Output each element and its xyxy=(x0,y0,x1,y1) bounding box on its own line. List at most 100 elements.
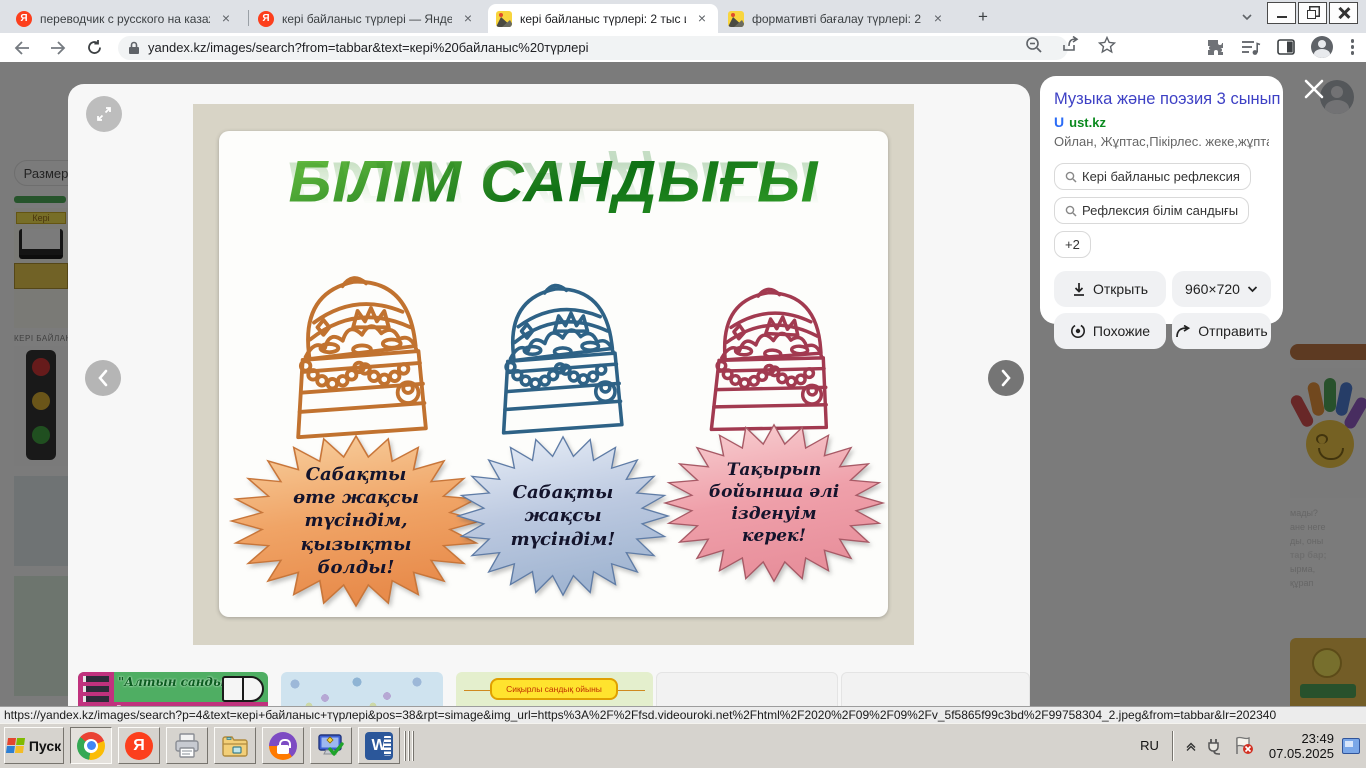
browser-status-bar: https://yandex.kz/images/search?p=4&text… xyxy=(0,706,1366,723)
treasure-chest-orange xyxy=(275,262,455,455)
taskbar-yandex-button[interactable]: Я xyxy=(118,727,160,764)
taskbar-chrome-button[interactable] xyxy=(70,727,112,764)
tab-search-chevron-icon[interactable] xyxy=(1240,10,1254,24)
related-thumbnail[interactable] xyxy=(656,672,838,706)
image-info-card: Музыка және поэзия 3 сынып U ust.kz Ойла… xyxy=(1040,76,1283,324)
images-favicon-icon xyxy=(496,11,512,27)
yandex-favicon-icon: Я xyxy=(16,11,32,27)
taskbar-divider xyxy=(404,731,414,761)
yandex-browser-icon: Я xyxy=(125,732,153,760)
taskbar-printer-button[interactable] xyxy=(166,727,208,764)
related-thumbnail[interactable] xyxy=(841,672,1030,706)
more-queries-chip[interactable]: +2 xyxy=(1054,231,1091,258)
show-hidden-icons-chevron[interactable] xyxy=(1185,740,1197,752)
word-icon: W xyxy=(365,732,393,760)
taskbar-word-button[interactable]: W xyxy=(358,727,400,764)
related-thumbnail-pattern[interactable] xyxy=(281,672,443,706)
printer-icon xyxy=(173,733,201,759)
tab-title: кері байланыс түрлері — Яндекс: н xyxy=(282,12,452,26)
windows-logo-icon xyxy=(6,738,25,753)
send-image-button[interactable]: Отправить xyxy=(1172,313,1271,349)
image-description: Ойлан, Жұптас,Пікірлес. жеке,жұпта,топта… xyxy=(1054,134,1269,149)
feedback-burst-orange: Сабақты өте жақсы түсіндім, қызықты болд… xyxy=(228,433,484,609)
tab-close-icon[interactable]: × xyxy=(694,11,710,27)
tab-yandex-search[interactable]: Я кері байланыс түрлері — Яндекс: н × xyxy=(250,4,486,33)
similar-search-icon xyxy=(1070,323,1086,339)
tab-title: кері байланыс түрлері: 2 тыс изоб xyxy=(520,12,686,26)
tab-title: переводчик с русского на казахск xyxy=(40,12,210,26)
new-tab-button[interactable]: + xyxy=(972,7,994,29)
fullscreen-expand-icon[interactable] xyxy=(86,96,122,132)
download-icon xyxy=(1072,282,1086,297)
forward-icon[interactable] xyxy=(44,36,72,60)
minimize-button[interactable] xyxy=(1267,2,1296,24)
main-image[interactable]: БІЛІМ САНДЫҒЫ БІЛІМ САНДЫҒЫ xyxy=(193,104,914,645)
bookmark-star-icon[interactable] xyxy=(1098,36,1116,54)
restore-button[interactable] xyxy=(1298,2,1327,24)
chrome-icon xyxy=(77,732,105,760)
taskbar-clock[interactable]: 23:49 07.05.2025 xyxy=(1269,731,1334,761)
avast-browser-icon xyxy=(269,732,297,760)
action-center-flag-icon[interactable] xyxy=(1233,736,1255,756)
related-thumbnail-game[interactable]: Сиқырлы сандық ойыны xyxy=(456,672,653,706)
show-desktop-button[interactable] xyxy=(1342,738,1360,754)
extensions-puzzle-icon[interactable] xyxy=(1206,38,1225,57)
feedback-burst-pink: Тақырып бойынша әлі ізденуім керек! xyxy=(662,422,886,584)
browser-toolbar: yandex.kz/images/search?from=tabbar&text… xyxy=(0,33,1366,62)
back-icon[interactable] xyxy=(8,36,36,60)
side-panel-icon[interactable] xyxy=(1277,39,1295,55)
browser-tab-bar: Я переводчик с русского на казахск × Я к… xyxy=(0,0,1366,33)
related-query-chip[interactable]: Рефлексия білім сандығы xyxy=(1054,197,1249,224)
taskbar-security-button[interactable] xyxy=(310,727,352,764)
related-query-chip[interactable]: Кері байланыс рефлексия xyxy=(1054,163,1251,190)
burst-text: Сабақты жақсы түсіндім! xyxy=(455,434,671,598)
share-icon[interactable] xyxy=(1061,36,1080,54)
url-text: yandex.kz/images/search?from=tabbar&text… xyxy=(148,40,588,55)
similar-images-button[interactable]: Похожие xyxy=(1054,313,1166,349)
tab-close-icon[interactable]: × xyxy=(930,11,946,27)
profile-avatar[interactable] xyxy=(1311,36,1333,58)
tab-images-2[interactable]: формативті бағалау түрлері: 2 ты × xyxy=(720,4,958,33)
yandex-favicon-icon: Я xyxy=(258,11,274,27)
close-window-button[interactable] xyxy=(1329,2,1358,24)
reload-icon[interactable] xyxy=(80,36,108,60)
tab-images-active[interactable]: кері байланыс түрлері: 2 тыс изоб × xyxy=(488,4,718,33)
close-viewer-icon[interactable] xyxy=(1303,78,1325,100)
open-image-button[interactable]: Открыть xyxy=(1054,271,1166,307)
page-content: Размер Кері КЕРІ БАЙЛАНЫ мады? ан xyxy=(0,62,1366,706)
lock-icon xyxy=(128,41,140,55)
site-link[interactable]: ust.kz xyxy=(1069,115,1106,130)
playlist-music-icon[interactable] xyxy=(1241,39,1261,56)
language-indicator[interactable]: RU xyxy=(1134,738,1165,753)
tab-close-icon[interactable]: × xyxy=(460,11,476,27)
power-plug-icon[interactable] xyxy=(1205,736,1225,756)
taskbar-folder-button[interactable] xyxy=(214,727,256,764)
search-icon xyxy=(1065,171,1077,183)
tab-close-icon[interactable]: × xyxy=(218,11,234,27)
image-size-dropdown[interactable]: 960×720 xyxy=(1172,271,1271,307)
burst-text: Сабақты өте жақсы түсіндім, қызықты болд… xyxy=(228,433,484,609)
treasure-chest-blue xyxy=(483,270,648,450)
site-favicon-icon: U xyxy=(1054,114,1064,130)
image-page-title-link[interactable]: Музыка және поэзия 3 сынып xyxy=(1054,90,1269,109)
next-image-button[interactable] xyxy=(988,360,1024,396)
clock-time: 23:49 xyxy=(1269,731,1334,746)
open-book-graphic xyxy=(222,676,264,702)
address-bar[interactable]: yandex.kz/images/search?from=tabbar&text… xyxy=(118,36,1068,60)
window-controls xyxy=(1267,2,1358,24)
browser-menu-icon[interactable] xyxy=(1349,37,1357,57)
system-tray: RU 23:49 07.05.2025 xyxy=(1134,727,1362,764)
start-button[interactable]: Пуск xyxy=(4,727,64,764)
folder-icon xyxy=(221,734,249,758)
zoom-out-icon[interactable] xyxy=(1025,36,1043,54)
tab-translator[interactable]: Я переводчик с русского на казахск × xyxy=(8,4,246,33)
chevron-down-icon xyxy=(1247,285,1258,293)
taskbar-avast-button[interactable] xyxy=(262,727,304,764)
search-icon xyxy=(1065,205,1077,217)
previous-image-button[interactable] xyxy=(85,360,121,396)
screen: Я переводчик с русского на казахск × Я к… xyxy=(0,0,1366,768)
related-thumbnail-altyn-sandyk[interactable]: "Алтын сандық" Сандарды өз сандықтарына … xyxy=(78,672,268,706)
image-card: БІЛІМ САНДЫҒЫ БІЛІМ САНДЫҒЫ xyxy=(219,131,888,617)
clock-date: 07.05.2025 xyxy=(1269,746,1334,761)
send-arrow-icon xyxy=(1175,325,1191,338)
